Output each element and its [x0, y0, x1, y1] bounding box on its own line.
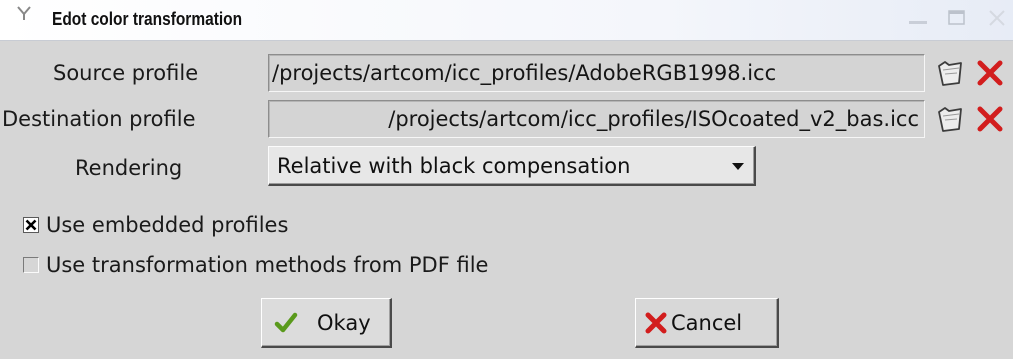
okay-button[interactable]: Okay	[261, 298, 392, 348]
source-profile-field[interactable]: /projects/artcom/icc_profiles/AdobeRGB19…	[268, 54, 925, 92]
window-menu-icon[interactable]	[14, 3, 34, 23]
source-profile-path: /projects/artcom/icc_profiles/AdobeRGB19…	[272, 61, 777, 85]
close-icon[interactable]	[985, 6, 1009, 30]
use-pdf-transformation-checkbox[interactable]	[23, 257, 39, 273]
rendering-label: Rendering	[75, 156, 183, 180]
destination-profile-path: /projects/artcom/icc_profiles/ISOcoated_…	[388, 107, 919, 131]
destination-clear-icon[interactable]	[975, 103, 1005, 135]
use-embedded-profiles-checkbox[interactable]	[23, 217, 39, 233]
destination-profile-label: Destination profile	[2, 107, 196, 131]
use-embedded-profiles-label: Use embedded profiles	[46, 213, 289, 237]
use-pdf-transformation-label: Use transformation methods from PDF file	[46, 253, 489, 277]
checkmark-x-icon	[25, 219, 37, 231]
destination-profile-field[interactable]: /projects/artcom/icc_profiles/ISOcoated_…	[268, 100, 925, 138]
cancel-button[interactable]: Cancel	[635, 298, 779, 348]
green-check-icon	[274, 312, 298, 333]
source-folder-icon[interactable]	[935, 57, 965, 89]
source-profile-label: Source profile	[53, 61, 199, 85]
rendering-selected-value: Relative with black compensation	[277, 154, 631, 178]
rendering-dropdown[interactable]: Relative with black compensation	[268, 146, 756, 186]
cancel-button-label: Cancel	[671, 311, 743, 335]
chevron-down-icon	[732, 163, 744, 170]
window-title: Edot color transformation	[52, 9, 243, 29]
destination-folder-icon[interactable]	[935, 103, 965, 135]
source-clear-icon[interactable]	[975, 57, 1005, 89]
okay-button-label: Okay	[317, 311, 371, 335]
title-bar: Edot color transformation	[0, 0, 1013, 41]
minimize-icon[interactable]	[906, 6, 930, 30]
red-x-icon	[645, 312, 667, 334]
maximize-icon[interactable]	[945, 6, 969, 30]
